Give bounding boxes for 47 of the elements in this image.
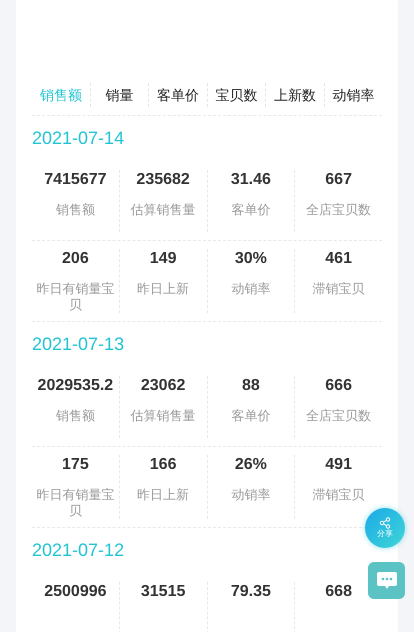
share-icon — [379, 517, 391, 529]
chat-button[interactable] — [368, 562, 405, 599]
stat-value: 2500996 — [44, 582, 107, 602]
stat-label: 昨日上新 — [136, 487, 190, 503]
stat-label: 估算销售量 — [130, 202, 197, 218]
stat-label: 滞销宝贝 — [312, 281, 366, 297]
chat-icon — [376, 570, 398, 590]
stat-value: 235682 — [136, 170, 190, 190]
stat-value: 79.35 — [230, 582, 271, 602]
stat-label: 客单价 — [230, 202, 272, 218]
stat-value: 166 — [150, 455, 176, 475]
stat-value: 26% — [234, 455, 267, 475]
tab[interactable]: 销量 — [90, 83, 148, 107]
stat-label: 滞销宝贝 — [312, 487, 366, 503]
stat-label: 动销率 — [230, 281, 272, 297]
stat-value: 206 — [62, 249, 89, 269]
stat-value: 461 — [325, 249, 352, 269]
stat-label: 销售额 — [54, 202, 96, 218]
stat-value: 491 — [325, 455, 352, 475]
stat-value: 23062 — [140, 376, 186, 396]
stat-label: 估算销售量 — [130, 408, 197, 424]
date-heading: 2021-07-14 — [32, 127, 126, 150]
stat-value: 7415677 — [44, 170, 107, 190]
tab[interactable]: 客单价 — [148, 83, 206, 107]
stat-value: 666 — [325, 376, 352, 396]
stat-value: 175 — [62, 455, 89, 475]
stat-label: 全店宝贝数 — [305, 408, 372, 424]
tab[interactable]: 上新数 — [265, 83, 324, 107]
stat-value: 88 — [242, 376, 260, 396]
stat-value: 2029535.2 — [38, 376, 114, 396]
stat-label: 动销率 — [230, 487, 272, 503]
tab[interactable]: 动销率 — [324, 83, 382, 107]
date-heading: 2021-07-12 — [32, 539, 126, 562]
date-heading: 2021-07-13 — [32, 333, 126, 356]
stat-label: 昨日有销量宝贝 — [35, 487, 116, 519]
stat-value: 30% — [234, 249, 267, 269]
stat-value: 668 — [325, 582, 352, 602]
tab[interactable]: 宝贝数 — [206, 83, 265, 107]
stat-value: 31.46 — [230, 170, 271, 190]
stat-label: 全店宝贝数 — [305, 202, 372, 218]
stat-label: 昨日上新 — [136, 281, 190, 297]
stat-label: 昨日有销量宝贝 — [35, 281, 116, 313]
stat-value: 149 — [150, 249, 176, 269]
stat-label: 客单价 — [230, 408, 272, 424]
stat-label: 销售额 — [54, 408, 96, 424]
stat-value: 667 — [325, 170, 352, 190]
stat-value: 31515 — [140, 582, 186, 602]
